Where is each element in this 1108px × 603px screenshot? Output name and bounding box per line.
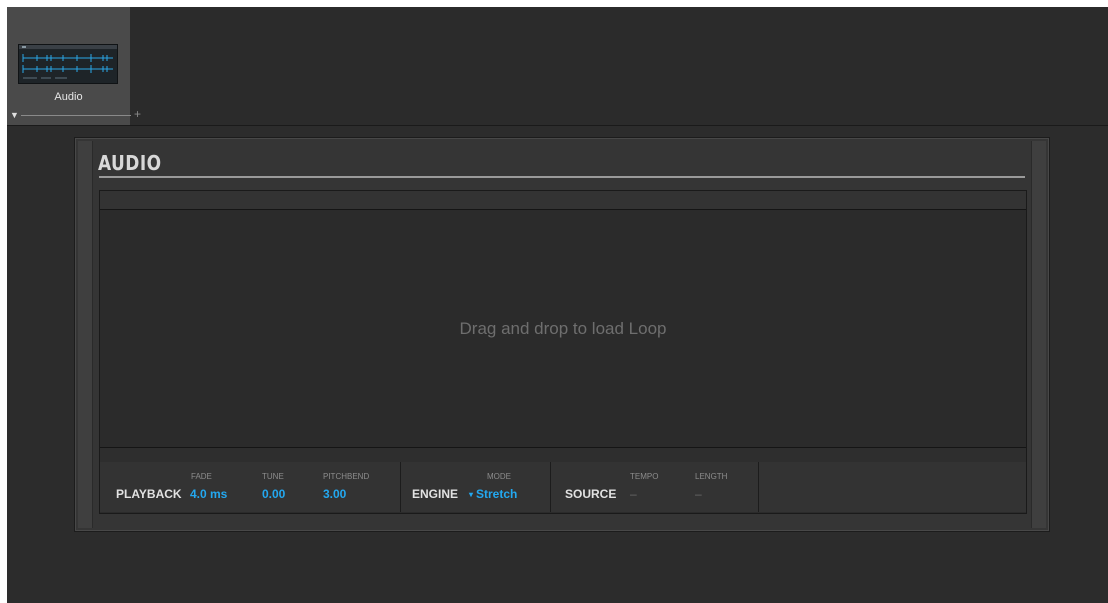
expand-arrow-icon[interactable]: ▼ xyxy=(10,109,19,121)
source-section: SOURCE TEMPO – LENGTH – xyxy=(551,462,759,512)
panel-title: AUDIO xyxy=(98,151,162,175)
mode-label: MODE xyxy=(487,472,511,481)
engine-section: ENGINE MODE ▾ Stretch xyxy=(401,462,551,512)
loop-area[interactable]: Drag and drop to load Loop PLAYBACK FADE… xyxy=(99,190,1027,514)
title-rule xyxy=(99,176,1025,178)
playback-section: PLAYBACK FADE 4.0 ms TUNE 0.00 PITCHBEND… xyxy=(100,462,401,512)
pitchbend-value[interactable]: 3.00 xyxy=(323,487,346,501)
length-label: LENGTH xyxy=(695,472,728,481)
loop-header xyxy=(100,191,1026,210)
tempo-label: TEMPO xyxy=(630,472,659,481)
panel-side-right xyxy=(1031,141,1046,528)
empty-section xyxy=(759,462,1026,512)
tune-label: TUNE xyxy=(262,472,284,481)
mode-dropdown[interactable]: ▾ Stretch xyxy=(469,487,517,501)
app-window: Audio ▼ + AUDIO Drag and drop to load Lo… xyxy=(7,7,1108,603)
dropdown-arrow-icon: ▾ xyxy=(469,490,474,500)
loop-drop-zone[interactable]: Drag and drop to load Loop xyxy=(100,210,1026,447)
tempo-value[interactable]: – xyxy=(630,487,637,501)
playback-label: PLAYBACK xyxy=(116,487,182,501)
add-plugin-icon[interactable]: + xyxy=(134,107,141,121)
loop-footer-strip xyxy=(100,447,1026,463)
plugin-strip: Audio ▼ + xyxy=(7,7,1108,126)
audio-plugin-panel: AUDIO Drag and drop to load Loop PLAYBAC… xyxy=(74,137,1050,532)
parameter-bar: PLAYBACK FADE 4.0 ms TUNE 0.00 PITCHBEND… xyxy=(100,462,1026,512)
length-value[interactable]: – xyxy=(695,487,702,501)
fade-value[interactable]: 4.0 ms xyxy=(190,487,227,501)
tune-value[interactable]: 0.00 xyxy=(262,487,285,501)
plugin-slot-label: Audio xyxy=(54,91,83,103)
engine-label: ENGINE xyxy=(412,487,459,501)
plugin-slot-audio[interactable]: Audio ▼ xyxy=(7,7,131,125)
fade-label: FADE xyxy=(191,472,212,481)
drop-hint: Drag and drop to load Loop xyxy=(459,318,667,338)
pitchbend-label: PITCHBEND xyxy=(323,472,370,481)
slot-divider xyxy=(21,115,131,116)
mode-value: Stretch xyxy=(476,487,518,501)
source-label: SOURCE xyxy=(565,487,617,501)
panel-side-left xyxy=(78,141,93,528)
audio-plugin-thumbnail-icon xyxy=(18,44,118,84)
